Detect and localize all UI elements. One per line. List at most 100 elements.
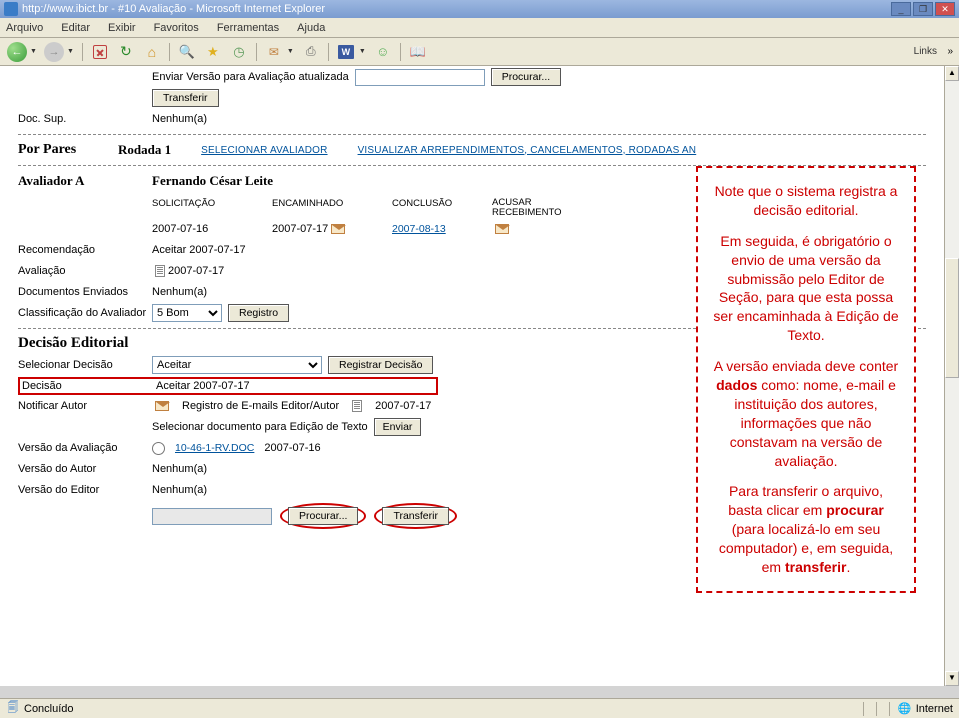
divider bbox=[18, 134, 926, 135]
zone-internet-icon: 🌐 bbox=[898, 702, 912, 716]
avaliacao-label: Avaliação bbox=[18, 265, 152, 277]
notify-author-label: Notificar Autor bbox=[18, 400, 152, 412]
page-content: Enviar Versão para Avaliação atualizada … bbox=[0, 66, 944, 686]
upload-version-input[interactable] bbox=[355, 69, 485, 86]
editor-version-label: Versão do Editor bbox=[18, 484, 152, 496]
view-regrets-link[interactable]: VISUALIZAR ARREPENDIMENTOS, CANCELAMENTO… bbox=[358, 145, 697, 156]
word-dropdown-icon[interactable]: ▼ bbox=[359, 48, 366, 55]
search-button[interactable]: 🔍 bbox=[176, 41, 198, 63]
avaliacao-doc-icon[interactable] bbox=[155, 265, 165, 277]
transfer-highlight-oval: Transferir bbox=[374, 503, 457, 529]
menu-ajuda[interactable]: Ajuda bbox=[297, 22, 325, 34]
reviewer-a-label: Avaliador A bbox=[18, 173, 152, 189]
stop-button[interactable] bbox=[89, 41, 111, 63]
register-decision-button[interactable]: Registrar Decisão bbox=[328, 356, 433, 374]
mail-dropdown-icon[interactable]: ▼ bbox=[287, 48, 294, 55]
editor-version-value: Nenhum(a) bbox=[152, 484, 207, 496]
menubar: Arquivo Editar Exibir Favoritos Ferramen… bbox=[0, 18, 959, 38]
ie-icon bbox=[4, 2, 18, 16]
select-doc-label: Selecionar documento para Edição de Text… bbox=[152, 421, 368, 433]
status-done-icon: 🗐 bbox=[6, 702, 20, 716]
documentos-enviados-value: Nenhum(a) bbox=[152, 286, 207, 298]
notify-author-mail-icon[interactable] bbox=[155, 401, 169, 411]
decision-value: Aceitar 2007-07-17 bbox=[156, 380, 250, 392]
decision-label: Decisão bbox=[22, 380, 156, 392]
window-title: http://www.ibict.br - #10 Avaliação - Mi… bbox=[22, 3, 891, 15]
statusbar: 🗐 Concluído 🌐 Internet bbox=[0, 698, 959, 718]
col-acusar: ACUSAR RECEBIMENTO bbox=[492, 198, 592, 217]
editor-version-file-input[interactable] bbox=[152, 508, 272, 525]
mail-button[interactable]: ✉ bbox=[263, 41, 285, 63]
annotation-p1: Note que o sistema registra a decisão ed… bbox=[710, 182, 902, 220]
word-button[interactable]: W bbox=[335, 41, 357, 63]
avaliacao-date: 2007-07-17 bbox=[168, 265, 224, 277]
close-button[interactable]: ✕ bbox=[935, 2, 955, 16]
reviewer-a-name: Fernando César Leite bbox=[152, 173, 273, 189]
menu-ferramentas[interactable]: Ferramentas bbox=[217, 22, 279, 34]
favorites-button[interactable]: ★ bbox=[202, 41, 224, 63]
history-button[interactable]: ◷ bbox=[228, 41, 250, 63]
review-version-file-link[interactable]: 10-46-1-RV.DOC bbox=[175, 442, 254, 454]
nav-back-button[interactable]: ← bbox=[6, 41, 28, 63]
home-button[interactable]: ⌂ bbox=[141, 41, 163, 63]
upload-transfer-button[interactable]: Transferir bbox=[152, 89, 219, 107]
maximize-button[interactable]: ❐ bbox=[913, 2, 933, 16]
links-chevron-icon[interactable]: » bbox=[947, 46, 953, 57]
conclusao-date-link[interactable]: 2007-08-13 bbox=[392, 223, 446, 235]
editor-browse-button[interactable]: Procurar... bbox=[288, 507, 358, 525]
round-label: Rodada 1 bbox=[118, 142, 171, 158]
select-reviewer-link[interactable]: SELECIONAR AVALIADOR bbox=[201, 145, 327, 156]
research-button[interactable]: 📖 bbox=[407, 41, 429, 63]
scroll-thumb[interactable] bbox=[945, 258, 959, 378]
editor-transfer-button[interactable]: Transferir bbox=[382, 507, 449, 525]
encaminhado-mail-icon[interactable] bbox=[331, 224, 345, 234]
send-button[interactable]: Enviar bbox=[374, 418, 422, 436]
links-label[interactable]: Links bbox=[914, 46, 937, 57]
author-version-value: Nenhum(a) bbox=[152, 463, 207, 475]
email-log-doc-icon[interactable] bbox=[352, 400, 362, 412]
back-dropdown-icon[interactable]: ▼ bbox=[30, 48, 37, 55]
email-log-label: Registro de E-mails Editor/Autor bbox=[182, 400, 339, 412]
status-done-text: Concluído bbox=[24, 703, 74, 715]
minimize-button[interactable]: _ bbox=[891, 2, 911, 16]
forward-dropdown-icon[interactable]: ▼ bbox=[67, 48, 74, 55]
refresh-button[interactable]: ↻ bbox=[115, 41, 137, 63]
select-decision-label: Selecionar Decisão bbox=[18, 359, 152, 371]
scroll-down-button[interactable]: ▼ bbox=[945, 671, 959, 686]
menu-exibir[interactable]: Exibir bbox=[108, 22, 136, 34]
acusar-mail-icon[interactable] bbox=[495, 224, 509, 234]
col-conclusao: CONCLUSÃO bbox=[392, 198, 492, 217]
toolbar: ← ▼ → ▼ ↻ ⌂ 🔍 ★ ◷ ✉ ▼ ⎙ W ▼ ☺ 📖 Links » bbox=[0, 38, 959, 66]
upload-version-label: Enviar Versão para Avaliação atualizada bbox=[152, 71, 349, 83]
messenger-button[interactable]: ☺ bbox=[372, 41, 394, 63]
annotation-p3: A versão enviada deve conter dados como:… bbox=[710, 357, 902, 470]
review-version-date: 2007-07-16 bbox=[264, 442, 320, 454]
nav-forward-button[interactable]: → bbox=[43, 41, 65, 63]
recomendacao-label: Recomendação bbox=[18, 244, 152, 256]
menu-arquivo[interactable]: Arquivo bbox=[6, 22, 43, 34]
email-log-date: 2007-07-17 bbox=[375, 400, 431, 412]
author-version-label: Versão do Autor bbox=[18, 463, 152, 475]
zone-text: Internet bbox=[916, 703, 953, 715]
rating-select[interactable]: 5 Bom bbox=[152, 304, 222, 322]
documentos-enviados-label: Documentos Enviados bbox=[18, 286, 152, 298]
review-version-radio[interactable] bbox=[152, 442, 165, 455]
scroll-track[interactable] bbox=[945, 81, 959, 671]
vertical-scrollbar[interactable]: ▲ ▼ bbox=[944, 66, 959, 686]
menu-editar[interactable]: Editar bbox=[61, 22, 90, 34]
registro-button[interactable]: Registro bbox=[228, 304, 289, 322]
peer-review-heading: Por Pares bbox=[18, 142, 118, 158]
review-version-label: Versão da Avaliação bbox=[18, 442, 152, 454]
col-solicitacao: SOLICITAÇÃO bbox=[152, 198, 272, 217]
classificacao-label: Classificação do Avaliador bbox=[18, 307, 152, 319]
menu-favoritos[interactable]: Favoritos bbox=[154, 22, 199, 34]
recomendacao-value: Aceitar 2007-07-17 bbox=[152, 244, 246, 256]
annotation-p2: Em seguida, é obrigatório o envio de uma… bbox=[710, 232, 902, 345]
annotation-callout: Note que o sistema registra a decisão ed… bbox=[696, 166, 916, 593]
print-button[interactable]: ⎙ bbox=[300, 41, 322, 63]
encaminhado-date: 2007-07-17 bbox=[272, 223, 328, 235]
upload-browse-button[interactable]: Procurar... bbox=[491, 68, 561, 86]
decision-select[interactable]: Aceitar bbox=[152, 356, 322, 374]
decision-highlighted-row: Decisão Aceitar 2007-07-17 bbox=[18, 377, 438, 395]
scroll-up-button[interactable]: ▲ bbox=[945, 66, 959, 81]
